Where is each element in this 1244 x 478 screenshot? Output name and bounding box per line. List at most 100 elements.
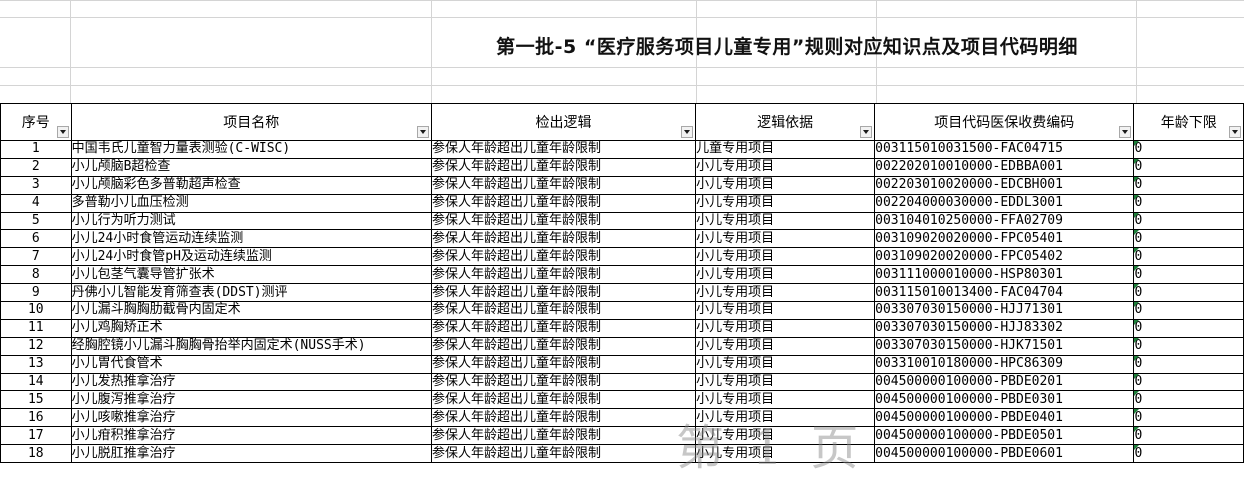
cell-code[interactable]: 003115010013400-FAC04704 xyxy=(874,283,1135,303)
cell-basis[interactable]: 小儿专用项目 xyxy=(695,426,876,446)
cell-age[interactable]: 0 xyxy=(1133,193,1244,213)
cell-seq[interactable]: 14 xyxy=(0,372,72,392)
cell-basis[interactable]: 小儿专用项目 xyxy=(695,301,876,320)
header-cell-seq[interactable]: 序号 xyxy=(0,103,72,141)
cell-logic[interactable]: 参保人年龄超出儿童年龄限制 xyxy=(430,211,697,231)
cell-logic[interactable]: 参保人年龄超出儿童年龄限制 xyxy=(430,265,697,285)
filter-dropdown-icon[interactable] xyxy=(860,126,873,138)
cell-code[interactable]: 002202010010000-EDBBA001 xyxy=(874,157,1135,177)
cell-code[interactable]: 004500000100000-PBDE0601 xyxy=(874,444,1135,464)
header-cell-name[interactable]: 项目名称 xyxy=(70,103,432,141)
cell-logic[interactable]: 参保人年龄超出儿童年龄限制 xyxy=(430,157,697,177)
cell-name[interactable]: 小儿鸡胸矫正术 xyxy=(70,318,432,338)
cell-seq[interactable]: 11 xyxy=(0,318,72,338)
cell-code[interactable]: 003307030150000-HJJ71301 xyxy=(874,301,1135,320)
cell-code[interactable]: 003307030150000-HJJ83302 xyxy=(874,318,1135,338)
cell-name[interactable]: 小儿行为听力测试 xyxy=(70,211,432,231)
cell-name[interactable]: 小儿脱肛推拿治疗 xyxy=(70,444,432,464)
cell-seq[interactable]: 13 xyxy=(0,354,72,374)
cell-seq[interactable]: 16 xyxy=(0,408,72,428)
cell-code[interactable]: 004500000100000-PBDE0501 xyxy=(874,426,1135,446)
cell-logic[interactable]: 参保人年龄超出儿童年龄限制 xyxy=(430,426,697,446)
cell-age[interactable]: 0 xyxy=(1133,247,1244,267)
cell-logic[interactable]: 参保人年龄超出儿童年龄限制 xyxy=(430,372,697,392)
cell-name[interactable]: 小儿24小时食管pH及运动连续监测 xyxy=(70,247,432,267)
cell-name[interactable]: 小儿颅脑彩色多普勒超声检查 xyxy=(70,175,432,195)
cell-age[interactable]: 0 xyxy=(1133,390,1244,410)
cell-age[interactable]: 0 xyxy=(1133,336,1244,356)
cell-logic[interactable]: 参保人年龄超出儿童年龄限制 xyxy=(430,247,697,267)
cell-name[interactable]: 经胸腔镜小儿漏斗胸胸骨抬举内固定术(NUSS手术) xyxy=(70,336,432,356)
cell-basis[interactable]: 小儿专用项目 xyxy=(695,157,876,177)
cell-seq[interactable]: 3 xyxy=(0,175,72,195)
cell-age[interactable]: 0 xyxy=(1133,140,1244,159)
cell-code[interactable]: 002203010020000-EDCBH001 xyxy=(874,175,1135,195)
cell-logic[interactable]: 参保人年龄超出儿童年龄限制 xyxy=(430,283,697,303)
cell-logic[interactable]: 参保人年龄超出儿童年龄限制 xyxy=(430,301,697,320)
cell-age[interactable]: 0 xyxy=(1133,175,1244,195)
cell-logic[interactable]: 参保人年龄超出儿童年龄限制 xyxy=(430,354,697,374)
cell-basis[interactable]: 小儿专用项目 xyxy=(695,408,876,428)
cell-code[interactable]: 003109020020000-FPC05401 xyxy=(874,229,1135,249)
cell-name[interactable]: 小儿发热推拿治疗 xyxy=(70,372,432,392)
cell-code[interactable]: 003104010250000-FFA02709 xyxy=(874,211,1135,231)
cell-logic[interactable]: 参保人年龄超出儿童年龄限制 xyxy=(430,140,697,159)
cell-code[interactable]: 004500000100000-PBDE0301 xyxy=(874,390,1135,410)
cell-basis[interactable]: 小儿专用项目 xyxy=(695,318,876,338)
filter-dropdown-icon[interactable] xyxy=(681,126,694,138)
cell-code[interactable]: 002204000030000-EDDL3001 xyxy=(874,193,1135,213)
cell-seq[interactable]: 18 xyxy=(0,444,72,464)
header-cell-age[interactable]: 年龄下限 xyxy=(1133,103,1244,141)
cell-logic[interactable]: 参保人年龄超出儿童年龄限制 xyxy=(430,229,697,249)
cell-name[interactable]: 小儿咳嗽推拿治疗 xyxy=(70,408,432,428)
cell-code[interactable]: 003111000010000-HSP80301 xyxy=(874,265,1135,285)
cell-basis[interactable]: 小儿专用项目 xyxy=(695,372,876,392)
cell-logic[interactable]: 参保人年龄超出儿童年龄限制 xyxy=(430,336,697,356)
cell-basis[interactable]: 小儿专用项目 xyxy=(695,336,876,356)
cell-name[interactable]: 丹佛小儿智能发育筛查表(DDST)测评 xyxy=(70,283,432,303)
filter-dropdown-icon[interactable] xyxy=(416,126,429,138)
filter-dropdown-icon[interactable] xyxy=(1229,126,1241,138)
cell-seq[interactable]: 7 xyxy=(0,247,72,267)
cell-seq[interactable]: 5 xyxy=(0,211,72,231)
cell-seq[interactable]: 8 xyxy=(0,265,72,285)
cell-logic[interactable]: 参保人年龄超出儿童年龄限制 xyxy=(430,444,697,464)
cell-basis[interactable]: 小儿专用项目 xyxy=(695,390,876,410)
cell-logic[interactable]: 参保人年龄超出儿童年龄限制 xyxy=(430,408,697,428)
cell-age[interactable]: 0 xyxy=(1133,318,1244,338)
cell-code[interactable]: 003307030150000-HJK71501 xyxy=(874,336,1135,356)
cell-basis[interactable]: 小儿专用项目 xyxy=(695,354,876,374)
cell-age[interactable]: 0 xyxy=(1133,283,1244,303)
cell-age[interactable]: 0 xyxy=(1133,301,1244,320)
cell-logic[interactable]: 参保人年龄超出儿童年龄限制 xyxy=(430,175,697,195)
header-cell-basis[interactable]: 逻辑依据 xyxy=(695,103,876,141)
cell-code[interactable]: 003109020020000-FPC05402 xyxy=(874,247,1135,267)
cell-seq[interactable]: 15 xyxy=(0,390,72,410)
cell-basis[interactable]: 小儿专用项目 xyxy=(695,265,876,285)
cell-age[interactable]: 0 xyxy=(1133,265,1244,285)
cell-seq[interactable]: 17 xyxy=(0,426,72,446)
cell-seq[interactable]: 12 xyxy=(0,336,72,356)
cell-age[interactable]: 0 xyxy=(1133,157,1244,177)
cell-logic[interactable]: 参保人年龄超出儿童年龄限制 xyxy=(430,390,697,410)
cell-basis[interactable]: 小儿专用项目 xyxy=(695,193,876,213)
cell-name[interactable]: 小儿颅脑B超检查 xyxy=(70,157,432,177)
cell-basis[interactable]: 小儿专用项目 xyxy=(695,229,876,249)
cell-age[interactable]: 0 xyxy=(1133,408,1244,428)
cell-name[interactable]: 小儿漏斗胸胸肋截骨内固定术 xyxy=(70,301,432,320)
cell-name[interactable]: 中国韦氏儿童智力量表测验(C-WISC) xyxy=(70,140,432,159)
cell-seq[interactable]: 1 xyxy=(0,140,72,159)
cell-basis[interactable]: 小儿专用项目 xyxy=(695,283,876,303)
cell-name[interactable]: 小儿24小时食管运动连续监测 xyxy=(70,229,432,249)
cell-code[interactable]: 003115010031500-FAC04715 xyxy=(874,140,1135,159)
filter-dropdown-icon[interactable] xyxy=(1119,126,1132,138)
cell-seq[interactable]: 2 xyxy=(0,157,72,177)
cell-age[interactable]: 0 xyxy=(1133,211,1244,231)
cell-name[interactable]: 小儿腹泻推拿治疗 xyxy=(70,390,432,410)
cell-basis[interactable]: 小儿专用项目 xyxy=(695,211,876,231)
cell-code[interactable]: 004500000100000-PBDE0201 xyxy=(874,372,1135,392)
cell-age[interactable]: 0 xyxy=(1133,444,1244,464)
cell-logic[interactable]: 参保人年龄超出儿童年龄限制 xyxy=(430,318,697,338)
cell-name[interactable]: 小儿包茎气囊导管扩张术 xyxy=(70,265,432,285)
cell-logic[interactable]: 参保人年龄超出儿童年龄限制 xyxy=(430,193,697,213)
